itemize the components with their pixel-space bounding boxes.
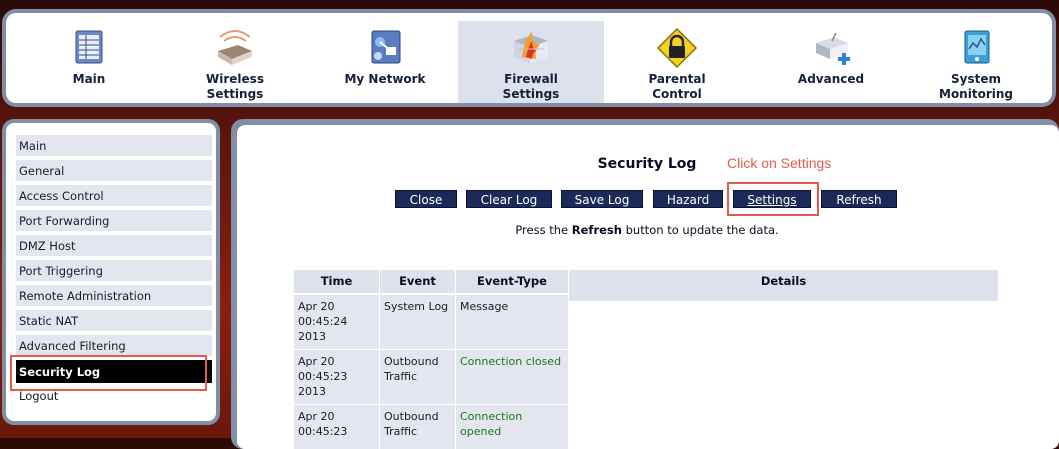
nav-item-firewall-settings[interactable]: Firewall Settings: [458, 21, 604, 103]
column-header-event-type: Event-Type: [456, 270, 569, 293]
help-text-after: button to update the data.: [621, 223, 779, 237]
sidebar-inner: Main General Access Control Port Forward…: [6, 123, 216, 421]
hazard-button[interactable]: Hazard: [653, 190, 723, 208]
firewall-icon: [514, 31, 548, 63]
top-navigation-inner: Main Wireless Settings My Network Firewa…: [6, 13, 1052, 103]
sidebar-item-dmz-host[interactable]: DMZ Host: [16, 235, 212, 257]
column-header-time: Time: [294, 270, 380, 293]
sidebar: Main General Access Control Port Forward…: [2, 119, 220, 425]
nav-item-wireless-settings[interactable]: Wireless Settings: [162, 21, 308, 103]
settings-button[interactable]: Settings: [733, 190, 811, 208]
nav-item-my-network[interactable]: My Network: [312, 21, 458, 103]
table-row-2-time: Apr 20 00:45:23 2013: [294, 350, 380, 405]
nav-label-parental-control: Parental Control: [648, 72, 706, 101]
sidebar-item-security-log[interactable]: Security Log: [16, 360, 212, 384]
table-row-2-event-type: Connection closed: [456, 350, 569, 405]
table-row-2-event: Outbound Traffic: [380, 350, 456, 405]
table-row-1-event: System Log: [380, 295, 456, 350]
sidebar-item-port-forwarding[interactable]: Port Forwarding: [16, 210, 212, 232]
nav-label-firewall-settings: Firewall Settings: [502, 72, 560, 101]
sidebar-item-access-control[interactable]: Access Control: [16, 185, 212, 207]
my-network-icon: [371, 30, 401, 64]
column-header-details: Details: [569, 270, 998, 293]
main-table-icon: [75, 30, 103, 64]
sidebar-item-port-triggering[interactable]: Port Triggering: [16, 260, 212, 282]
table-row-1-time: Apr 20 00:45:24 2013: [294, 295, 380, 350]
table-row-3-event: Outbound Traffic: [380, 405, 456, 449]
help-text-before: Press the: [515, 223, 572, 237]
nav-item-advanced[interactable]: Advanced: [758, 21, 904, 103]
close-button[interactable]: Close: [395, 190, 457, 208]
sidebar-item-general[interactable]: General: [16, 160, 212, 182]
refresh-help-text: Press the Refresh button to update the d…: [237, 223, 1057, 237]
clear-log-button[interactable]: Clear Log: [466, 190, 552, 208]
details-header-strip: [569, 293, 998, 301]
sidebar-item-logout[interactable]: Logout: [16, 385, 212, 407]
sidebar-item-advanced-filtering[interactable]: Advanced Filtering: [16, 335, 212, 357]
main-panel-inner: Security Log Click on Settings Close Cle…: [237, 125, 1059, 449]
save-log-button[interactable]: Save Log: [561, 190, 643, 208]
top-navigation: Main Wireless Settings My Network Firewa…: [2, 9, 1056, 107]
nav-label-advanced: Advanced: [797, 72, 865, 86]
sidebar-item-main[interactable]: Main: [16, 135, 212, 157]
refresh-button[interactable]: Refresh: [821, 190, 897, 208]
sidebar-item-remote-administration[interactable]: Remote Administration: [16, 285, 212, 307]
column-header-event: Event: [380, 270, 456, 293]
nav-label-main: Main: [72, 72, 106, 86]
nav-label-my-network: My Network: [344, 72, 426, 86]
help-text-bold: Refresh: [571, 223, 622, 237]
sidebar-item-static-nat[interactable]: Static NAT: [16, 310, 212, 332]
page-title: Security Log: [597, 156, 697, 172]
nav-label-system-monitoring: System Monitoring: [939, 72, 1013, 101]
main-panel: Security Log Click on Settings Close Cle…: [231, 119, 1059, 449]
advanced-router-icon: [816, 32, 850, 65]
nav-item-main[interactable]: Main: [16, 21, 162, 103]
table-row-1-event-type: Message: [456, 295, 569, 350]
nav-item-parental-control[interactable]: Parental Control: [604, 21, 750, 103]
wireless-router-icon: [218, 30, 252, 65]
nav-label-wireless-settings: Wireless Settings: [206, 72, 264, 101]
system-monitoring-icon: [964, 30, 990, 64]
click-instruction-annotation: Click on Settings: [727, 155, 832, 171]
table-row-3-event-type: Connection opened: [456, 405, 569, 449]
parental-lock-icon: [656, 27, 698, 69]
nav-item-system-monitoring[interactable]: System Monitoring: [903, 21, 1049, 103]
table-row-3-time: Apr 20 00:45:23: [294, 405, 380, 449]
